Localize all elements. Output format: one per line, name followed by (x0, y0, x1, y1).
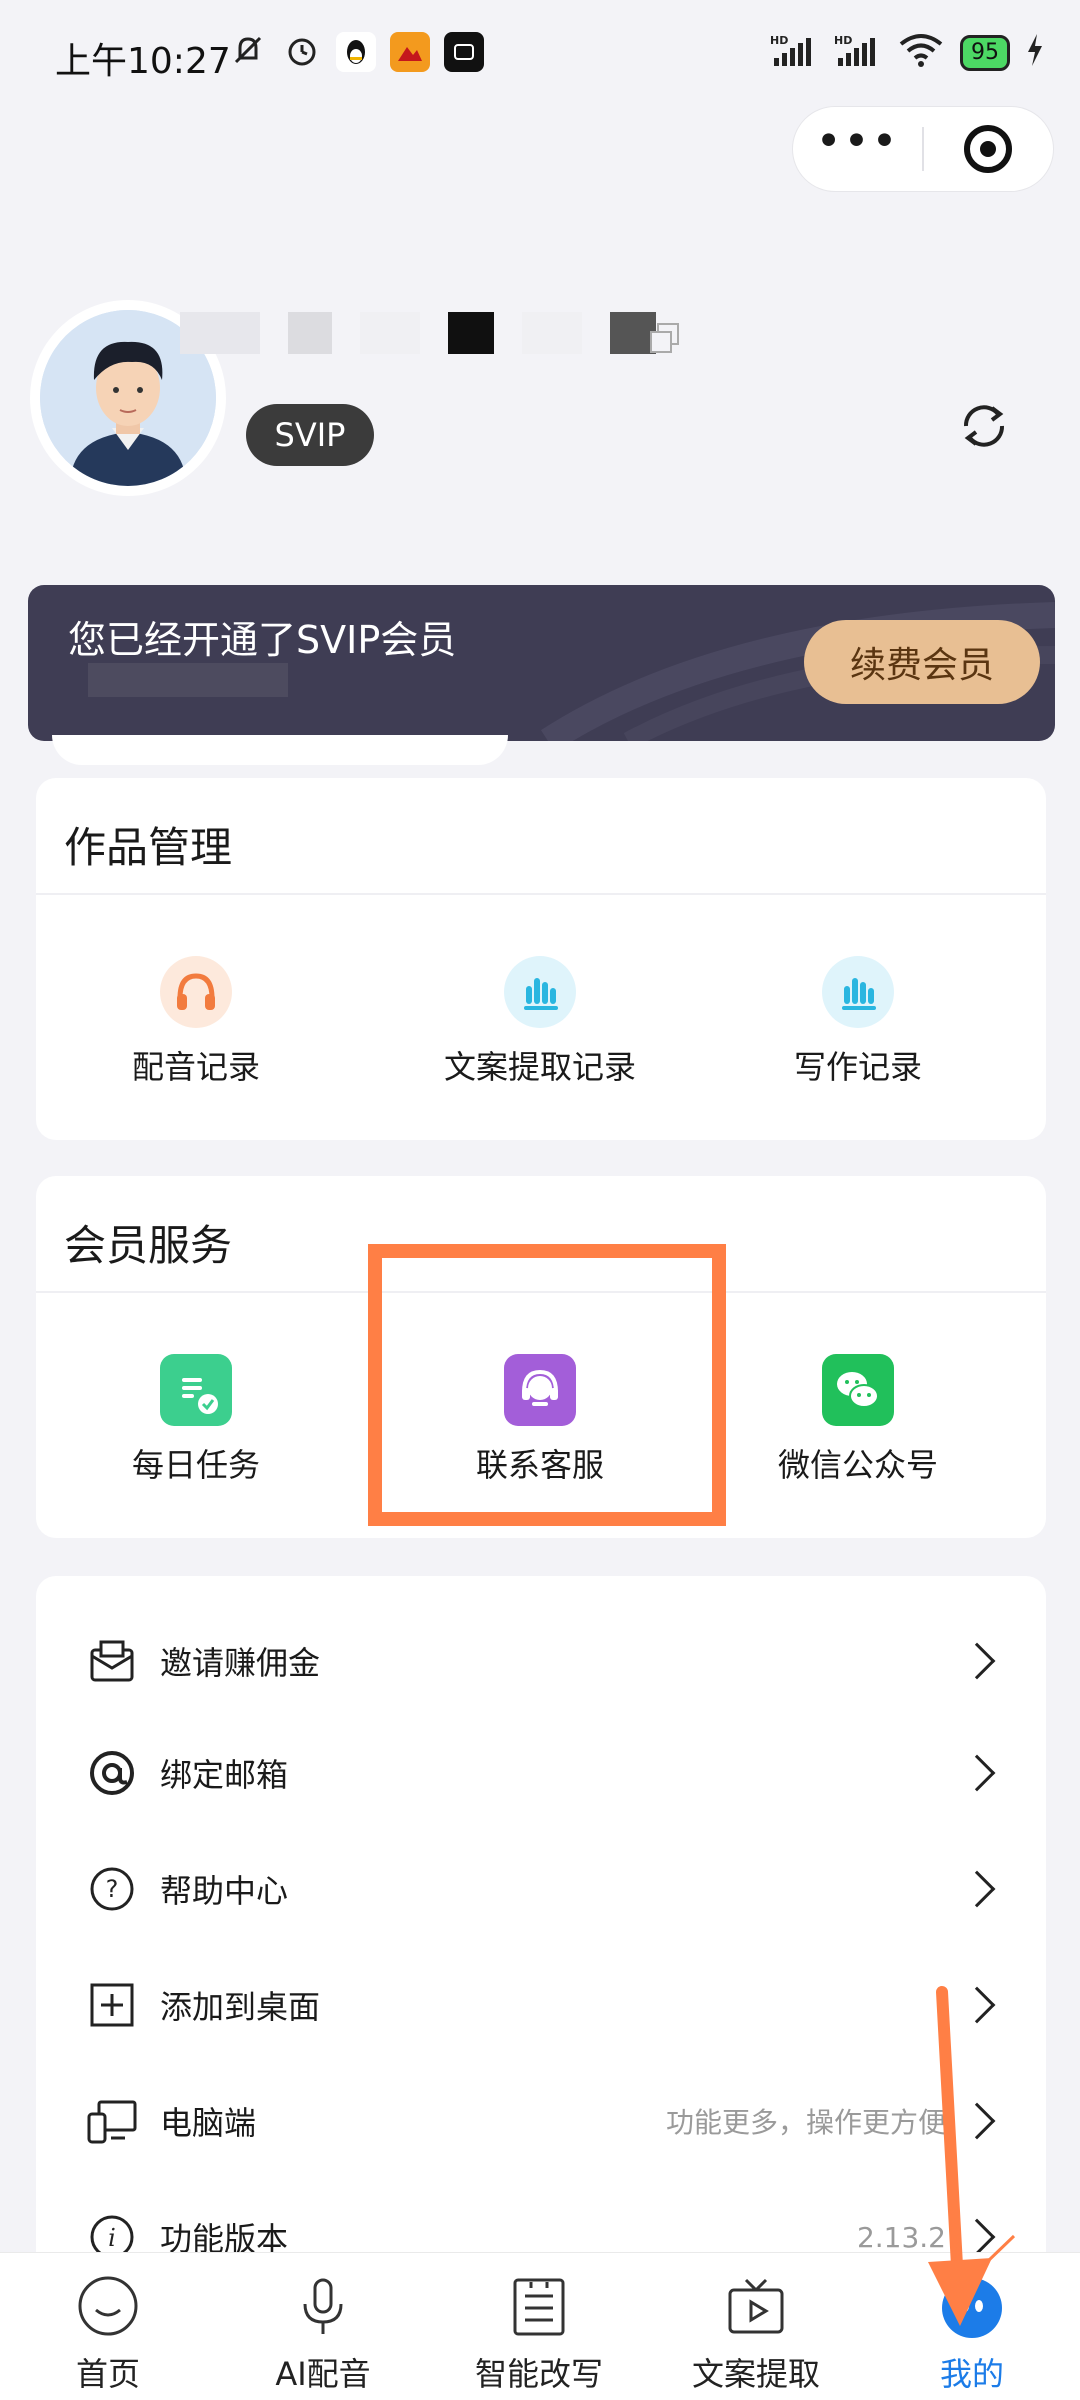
charging-icon (1026, 34, 1044, 72)
wechat-icon (822, 1354, 894, 1426)
signal-icon: HD (770, 32, 818, 74)
devices-icon (84, 2093, 140, 2149)
bottom-tab-bar: 首页 AI配音 智能改写 文案提取 我的 (0, 2252, 1080, 2400)
wechat-official-item[interactable]: 微信公众号 (698, 1354, 1018, 1486)
tv-play-icon (721, 2271, 791, 2341)
alarm-icon (282, 30, 322, 74)
tab-copy-extract-label: 文案提取 (691, 2355, 820, 2393)
tab-home-label: 首页 (75, 2355, 140, 2393)
tab-mine-label: 我的 (939, 2355, 1004, 2393)
menu-email-row[interactable]: 绑定邮箱 (36, 1718, 1046, 1828)
close-ring-icon (964, 125, 1013, 173)
settings-list-card: 邀请赚佣金 绑定邮箱 ? 帮助中心 添加到桌面 电脑端 功能更多，操作更方便 i (36, 1576, 1046, 2276)
tab-copy-extract[interactable]: 文案提取 (676, 2271, 836, 2395)
document-icon (504, 2271, 574, 2341)
wifi-icon (898, 32, 944, 74)
highlight-box (368, 1244, 726, 1526)
audio-bars-icon (822, 956, 894, 1028)
close-miniprogram-button[interactable] (924, 125, 1053, 173)
daily-task-item[interactable]: 每日任务 (36, 1354, 356, 1486)
renew-membership-button[interactable]: 续费会员 (804, 620, 1040, 704)
menu-pc-label: 电脑端 (160, 2104, 257, 2142)
home-smile-icon (73, 2271, 143, 2341)
writing-records-label: 写作记录 (793, 1048, 922, 1086)
miniprogram-capsule: ••• (792, 106, 1054, 192)
tab-smart-rewrite[interactable]: 智能改写 (459, 2271, 619, 2395)
svip-badge: SVIP (246, 404, 374, 466)
svg-text:i: i (108, 2224, 116, 2252)
copy-icon[interactable] (648, 322, 682, 356)
headphones-icon (160, 956, 232, 1028)
works-divider (36, 893, 1046, 895)
menu-help-label: 帮助中心 (160, 1872, 289, 1910)
dubbing-records-item[interactable]: 配音记录 (36, 956, 356, 1088)
banner-shadow (52, 735, 508, 765)
menu-help-row[interactable]: ? 帮助中心 (36, 1834, 1046, 1944)
menu-add-desktop-row[interactable]: 添加到桌面 (36, 1950, 1046, 2060)
signal-icon: HD (834, 32, 882, 74)
copy-extract-records-item[interactable]: 文案提取记录 (380, 956, 700, 1088)
help-icon: ? (84, 1861, 140, 1917)
envelope-icon (84, 1633, 140, 1689)
chevron-right-icon (958, 1754, 996, 1792)
svip-status-text: 您已经开通了SVIP会员 (68, 618, 457, 662)
tab-ai-dubbing[interactable]: AI配音 (243, 2271, 403, 2395)
battery-level: 95 (960, 35, 1010, 71)
tab-mine[interactable]: 我的 (892, 2271, 1052, 2395)
menu-invite-label: 邀请赚佣金 (160, 1644, 321, 1682)
chevron-right-icon (958, 1986, 996, 2024)
works-card: 作品管理 配音记录 文案提取记录 写作记录 (36, 778, 1046, 1140)
menu-version-value: 2.13.2 (856, 2220, 946, 2254)
refresh-icon[interactable] (956, 398, 1012, 454)
works-title: 作品管理 (64, 823, 233, 872)
expiry-redacted (88, 663, 288, 697)
profile-face-icon (937, 2271, 1007, 2341)
copy-extract-records-label: 文案提取记录 (443, 1048, 636, 1086)
app-notification-icon (444, 32, 484, 72)
tab-smart-rewrite-label: 智能改写 (474, 2355, 603, 2393)
chevron-right-icon (958, 2218, 996, 2256)
at-icon (84, 1745, 140, 1801)
svg-text:?: ? (106, 1875, 119, 1903)
tab-home[interactable]: 首页 (28, 2271, 188, 2395)
chevron-right-icon (958, 2102, 996, 2140)
status-system-icons: HD HD 95 (770, 32, 1044, 74)
audio-bars-icon (504, 956, 576, 1028)
chevron-right-icon (958, 1642, 996, 1680)
status-time: 上午10:27 (55, 41, 231, 82)
username-redacted (180, 312, 656, 354)
menu-pc-subtitle: 功能更多，操作更方便 (665, 2106, 946, 2139)
wechat-official-label: 微信公众号 (777, 1446, 938, 1484)
chevron-right-icon (958, 1870, 996, 1908)
status-bar: 上午10:27 HD HD 95 (0, 0, 1080, 110)
qq-icon (336, 32, 376, 72)
task-icon (160, 1354, 232, 1426)
menu-email-label: 绑定邮箱 (160, 1756, 289, 1794)
member-services-title: 会员服务 (64, 1221, 233, 1270)
tab-ai-dubbing-label: AI配音 (275, 2355, 371, 2393)
svg-text:HD: HD (834, 34, 852, 47)
menu-pc-row[interactable]: 电脑端 功能更多，操作更方便 (36, 2066, 1046, 2176)
dubbing-records-label: 配音记录 (131, 1048, 260, 1086)
sohu-app-icon (390, 32, 430, 72)
status-notification-icons (228, 30, 484, 74)
svg-text:HD: HD (770, 34, 788, 47)
mute-icon (228, 30, 268, 74)
more-icon[interactable]: ••• (793, 120, 922, 164)
menu-add-desktop-label: 添加到桌面 (160, 1988, 321, 2026)
svip-banner: 您已经开通了SVIP会员 续费会员 (28, 585, 1055, 741)
daily-task-label: 每日任务 (131, 1446, 260, 1484)
microphone-icon (288, 2271, 358, 2341)
writing-records-item[interactable]: 写作记录 (698, 956, 1018, 1088)
plus-box-icon (84, 1977, 140, 2033)
menu-invite-row[interactable]: 邀请赚佣金 (36, 1606, 1046, 1716)
